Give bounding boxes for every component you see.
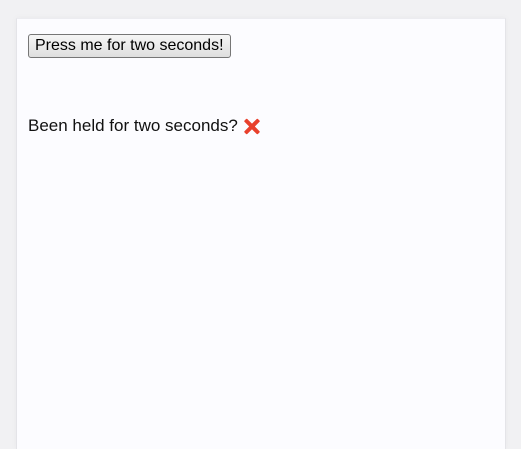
press-hold-button[interactable]: Press me for two seconds!	[28, 34, 231, 58]
cross-mark-icon	[244, 118, 260, 134]
hold-status-text: Been held for two seconds?	[28, 116, 238, 135]
page-frame: Press me for two seconds! Been held for …	[16, 18, 506, 449]
hold-status: Been held for two seconds?	[28, 116, 260, 136]
